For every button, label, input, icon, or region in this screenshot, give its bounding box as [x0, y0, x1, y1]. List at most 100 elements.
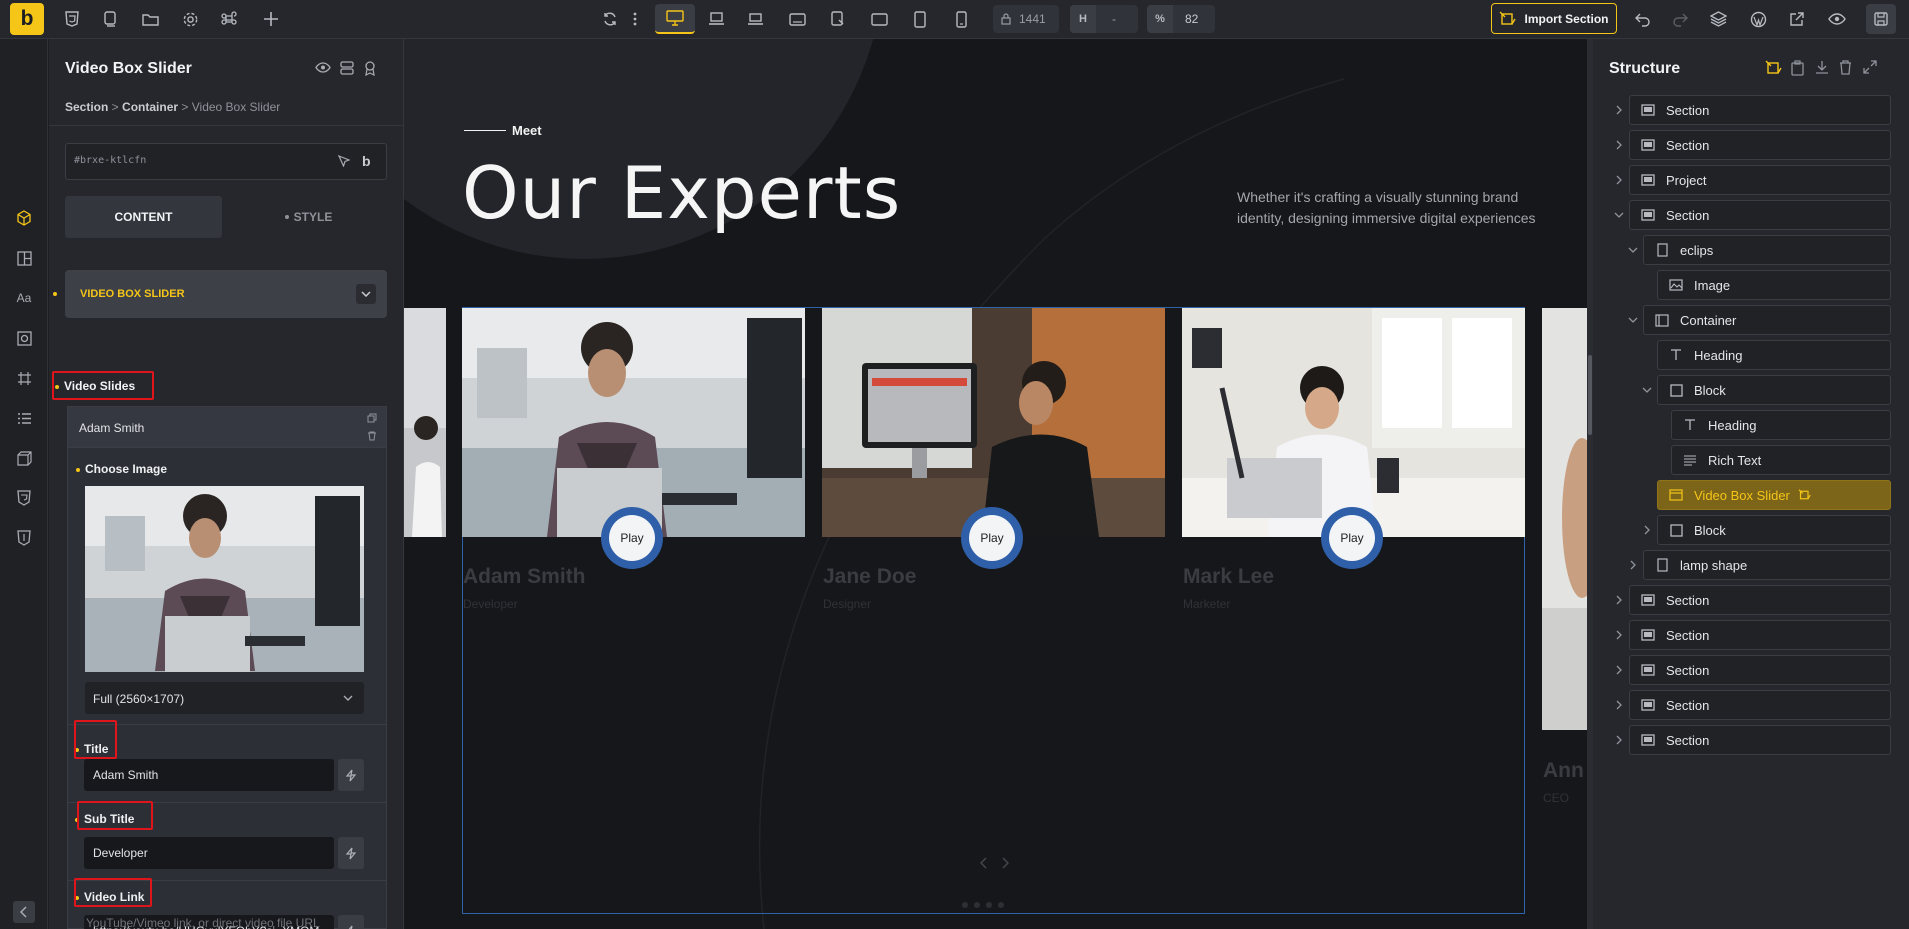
collapse-caret-icon[interactable]: [1627, 235, 1639, 265]
title-input[interactable]: Adam Smith: [84, 759, 334, 791]
plus-icon[interactable]: [256, 4, 286, 34]
save-icon[interactable]: [1866, 4, 1896, 34]
gear-icon[interactable]: [175, 4, 205, 34]
structure-item[interactable]: Section: [1629, 130, 1891, 160]
dynamic-data-icon[interactable]: [338, 837, 364, 869]
media-icon[interactable]: [13, 327, 35, 349]
zoom-field[interactable]: % 82: [1147, 5, 1215, 33]
slide-card-image[interactable]: [1182, 308, 1525, 537]
shield-icon[interactable]: [13, 487, 35, 509]
structure-item[interactable]: Block: [1657, 375, 1891, 405]
structure-item[interactable]: Section: [1629, 655, 1891, 685]
subtitle-input[interactable]: Developer: [84, 837, 334, 869]
expand-caret-icon[interactable]: [1627, 550, 1639, 580]
pages-icon[interactable]: [95, 4, 125, 34]
tab-style[interactable]: STYLE: [230, 196, 387, 238]
wordpress-icon[interactable]: [1743, 4, 1773, 34]
layers-icon[interactable]: [1703, 4, 1733, 34]
external-link-icon[interactable]: [1782, 4, 1812, 34]
group-video-box-slider[interactable]: VIDEO BOX SLIDER: [65, 270, 387, 318]
trash-icon[interactable]: [367, 431, 377, 441]
expand-caret-icon[interactable]: [1613, 620, 1625, 650]
command-icon[interactable]: [214, 4, 244, 34]
structure-item[interactable]: Section: [1629, 725, 1891, 755]
structure-item[interactable]: Rich Text: [1671, 445, 1891, 475]
shield-alt-icon[interactable]: [13, 527, 35, 549]
structure-item[interactable]: Block: [1657, 515, 1891, 545]
collapse-caret-icon[interactable]: [1613, 200, 1625, 230]
slide-card-image[interactable]: [822, 308, 1165, 537]
refresh-icon[interactable]: [595, 4, 625, 34]
cube-icon[interactable]: [13, 207, 35, 229]
dynamic-data-icon[interactable]: [338, 915, 364, 929]
collapse-caret-icon[interactable]: [1627, 305, 1639, 335]
undo-icon[interactable]: [1627, 4, 1657, 34]
typography-icon[interactable]: Aa: [13, 287, 35, 309]
html5-icon[interactable]: [57, 4, 87, 34]
breadcrumb-section[interactable]: Section: [65, 100, 108, 114]
mobile-breakpoint-icon[interactable]: [946, 4, 976, 34]
bricks-logo[interactable]: b: [10, 3, 44, 35]
section-heading[interactable]: Our Experts: [462, 151, 901, 235]
slider-next-icon[interactable]: [1001, 857, 1009, 869]
laptop-breakpoint-icon[interactable]: [701, 4, 731, 34]
pagination-dot[interactable]: [986, 902, 992, 908]
import-section-icon[interactable]: [1765, 60, 1783, 76]
more-vertical-icon[interactable]: [627, 4, 643, 34]
structure-item[interactable]: Container: [1643, 305, 1891, 335]
structure-item[interactable]: Heading: [1671, 410, 1891, 440]
pagination-dot[interactable]: [998, 902, 1004, 908]
structure-item[interactable]: Section: [1629, 95, 1891, 125]
structure-item[interactable]: Section: [1629, 620, 1891, 650]
slide-card-image[interactable]: [462, 308, 805, 537]
pagination-dot[interactable]: [962, 902, 968, 908]
pagination-dot[interactable]: [974, 902, 980, 908]
repeater-item-header[interactable]: Adam Smith: [68, 407, 386, 448]
eye-icon[interactable]: [315, 62, 331, 73]
clone-icon[interactable]: [367, 413, 377, 423]
dynamic-data-icon[interactable]: [338, 759, 364, 791]
trash-icon[interactable]: [1839, 60, 1852, 75]
layout-icon[interactable]: [13, 247, 35, 269]
element-id-field[interactable]: #brxe-ktlcfn b: [65, 143, 387, 180]
structure-item[interactable]: lamp shape: [1643, 550, 1891, 580]
play-button[interactable]: Play: [961, 507, 1023, 569]
structure-item[interactable]: Section: [1629, 585, 1891, 615]
expand-caret-icon[interactable]: [1613, 165, 1625, 195]
structure-item[interactable]: Section: [1629, 690, 1891, 720]
expand-caret-icon[interactable]: [1641, 515, 1653, 545]
eye-icon[interactable]: [1822, 4, 1852, 34]
list-icon[interactable]: [13, 407, 35, 429]
chevron-down-icon[interactable]: [356, 284, 376, 304]
breadcrumb-container[interactable]: Container: [122, 100, 178, 114]
clipboard-icon[interactable]: [1791, 60, 1804, 76]
structure-item[interactable]: Section: [1629, 200, 1891, 230]
expand-caret-icon[interactable]: [1613, 725, 1625, 755]
play-button[interactable]: Play: [601, 507, 663, 569]
structure-item[interactable]: Image: [1657, 270, 1891, 300]
slide-image-preview[interactable]: [85, 486, 364, 672]
tablet-breakpoint-icon[interactable]: [864, 4, 894, 34]
width-field[interactable]: 1441: [993, 5, 1059, 33]
folder-icon[interactable]: [135, 4, 165, 34]
import-section-button[interactable]: Import Section: [1491, 3, 1617, 34]
collapse-panel-icon[interactable]: [13, 901, 35, 923]
expand-caret-icon[interactable]: [1613, 690, 1625, 720]
help-icon[interactable]: [364, 61, 376, 76]
slider-prev-icon[interactable]: [980, 857, 988, 869]
expand-icon[interactable]: [1863, 60, 1877, 74]
presets-icon[interactable]: [340, 61, 354, 75]
expand-caret-icon[interactable]: [1613, 585, 1625, 615]
mobile-landscape-breakpoint-icon[interactable]: [905, 4, 935, 34]
tablet-rotate-breakpoint-icon[interactable]: [823, 4, 853, 34]
frame-icon[interactable]: [13, 367, 35, 389]
download-icon[interactable]: [1815, 60, 1829, 75]
play-button[interactable]: Play: [1321, 507, 1383, 569]
structure-item[interactable]: Heading: [1657, 340, 1891, 370]
desktop-breakpoint-icon[interactable]: [655, 4, 695, 34]
height-field[interactable]: H -: [1070, 5, 1138, 33]
expand-caret-icon[interactable]: [1613, 130, 1625, 160]
structure-item[interactable]: Video Box Slider: [1657, 480, 1891, 510]
box-3d-icon[interactable]: [13, 447, 35, 469]
tablet-landscape-breakpoint-icon[interactable]: [782, 4, 812, 34]
